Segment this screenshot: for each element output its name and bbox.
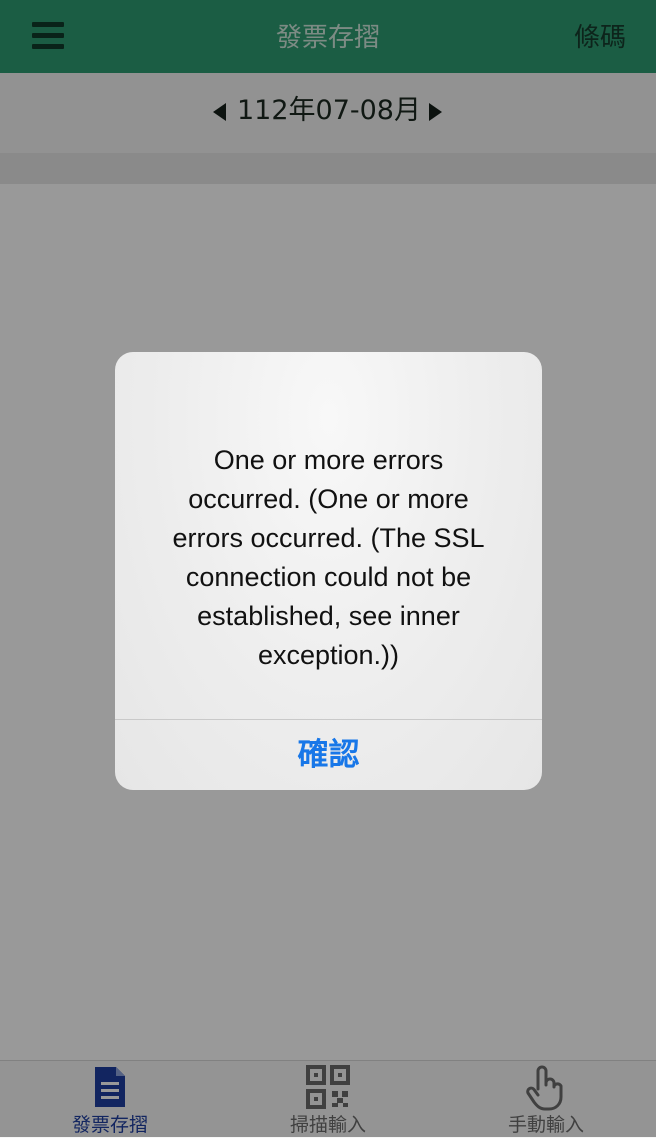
alert-message: One or more errors occurred. (One or mor… — [172, 445, 485, 670]
error-alert-dialog: One or more errors occurred. (One or mor… — [115, 352, 542, 790]
confirm-button[interactable]: 確認 — [115, 720, 542, 790]
invoice-app-screen: 發票存摺 條碼 112年07-08月 發票存摺 掃描輸入 手動輸入 One or… — [0, 0, 656, 1138]
